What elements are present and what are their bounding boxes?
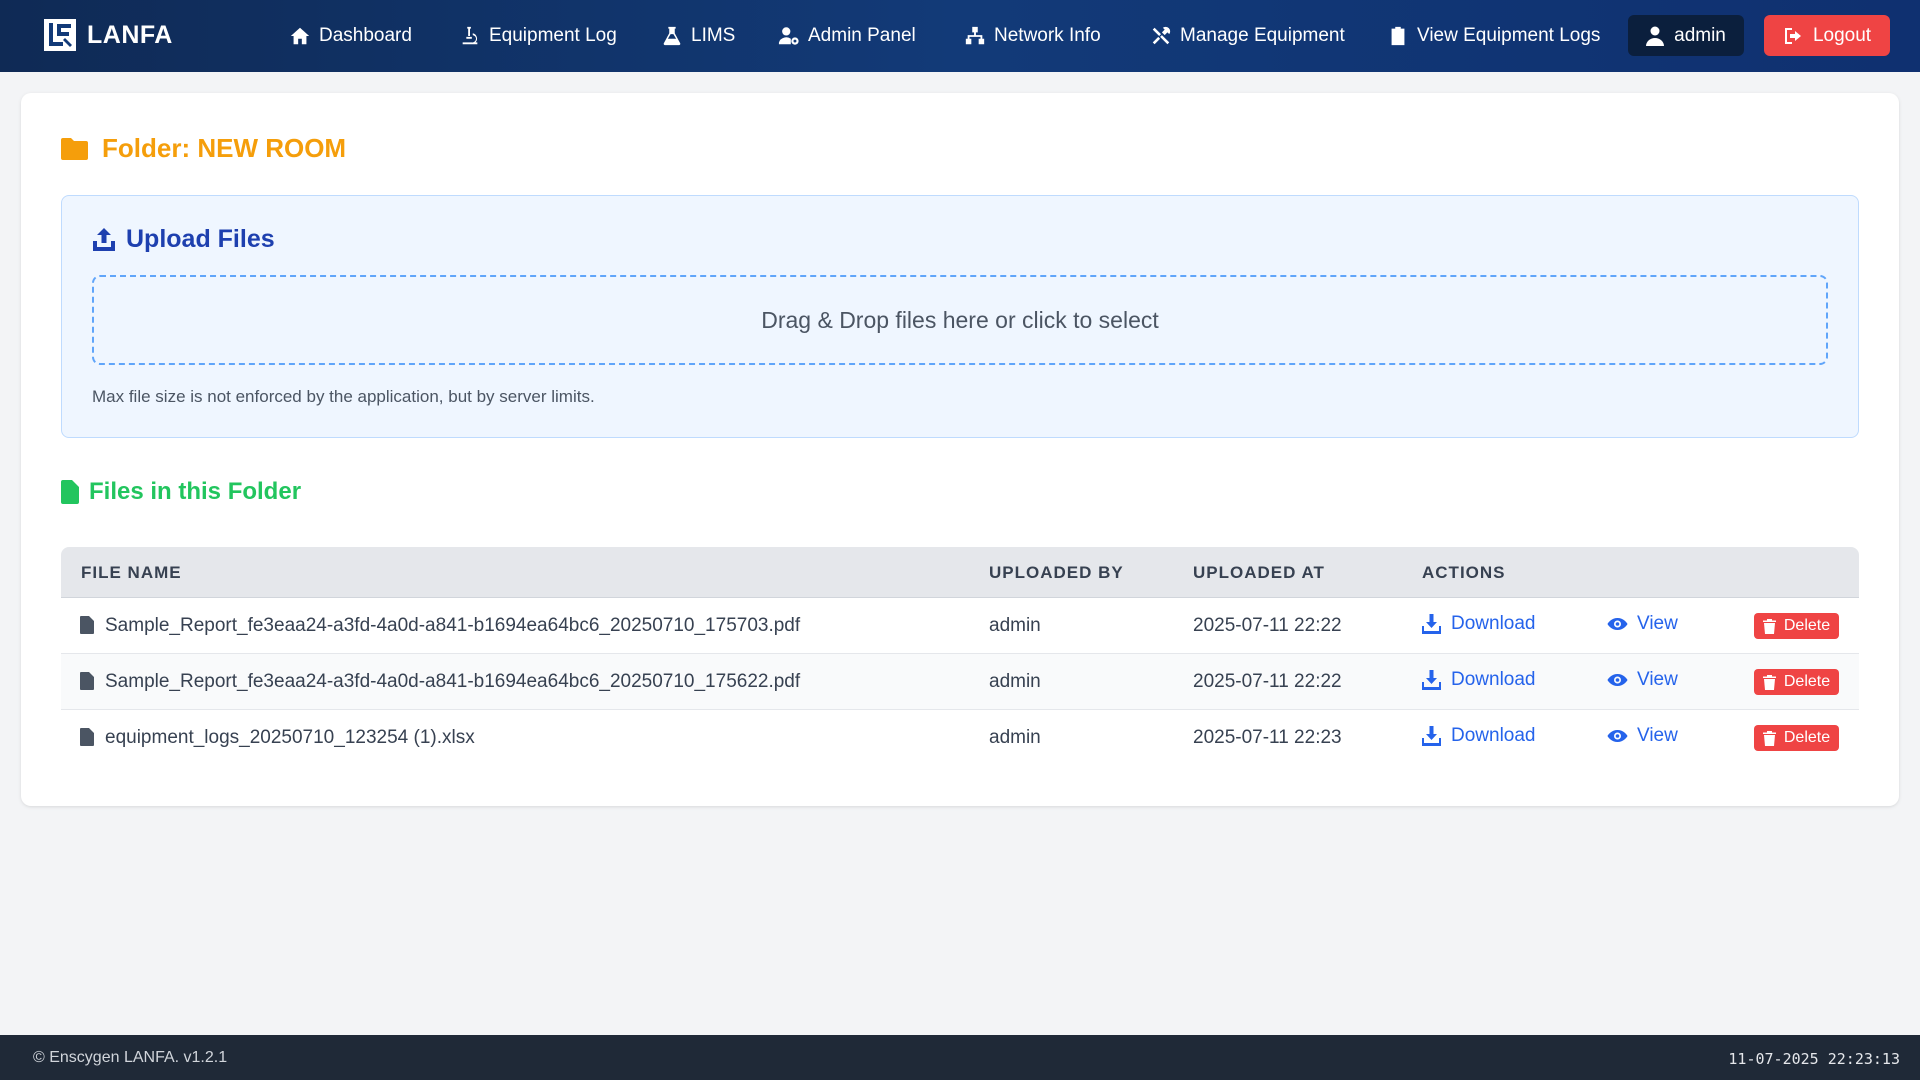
file-name: equipment_logs_20250710_123254 (1).xlsx (105, 727, 475, 748)
user-gear-icon (778, 27, 799, 45)
top-navbar: LANFA Dashboard Equipment Log LIMS Admin… (0, 0, 1920, 72)
user-menu-button[interactable]: admin (1628, 15, 1744, 56)
tools-icon (1152, 26, 1171, 45)
files-heading: Files in this Folder (61, 478, 301, 506)
nav-equipment-log[interactable]: Equipment Log (459, 20, 617, 52)
table-row: equipment_logs_20250710_123254 (1).xlsx … (61, 710, 1859, 766)
uploaded-by: admin (989, 727, 1041, 748)
logout-icon (1784, 27, 1801, 44)
flask-icon (663, 26, 681, 46)
user-name: admin (1674, 24, 1726, 46)
file-text-icon (61, 480, 79, 504)
download-link[interactable]: Download (1421, 613, 1536, 635)
nav-lims-label: LIMS (691, 25, 736, 46)
trash-icon (1762, 618, 1776, 634)
download-icon (1422, 614, 1441, 634)
upload-heading: Upload Files (92, 225, 275, 254)
upload-title: Upload Files (126, 225, 275, 253)
logout-button[interactable]: Logout (1764, 15, 1890, 56)
column-header-uploaded-at: UPLOADED AT (1193, 563, 1325, 582)
nav-manage-equipment-label: Manage Equipment (1180, 25, 1345, 46)
file-dropzone[interactable]: Drag & Drop files here or click to selec… (92, 275, 1828, 365)
nav-equipment-log-label: Equipment Log (489, 25, 617, 46)
delete-button[interactable]: Delete (1754, 613, 1839, 639)
file-name: Sample_Report_fe3eaa24-a3fd-4a0d-a841-b1… (105, 671, 801, 692)
user-icon (1646, 26, 1665, 46)
view-link[interactable]: View (1607, 725, 1678, 747)
upload-icon (93, 228, 115, 251)
table-header: FILE NAME UPLOADED BY UPLOADED AT ACTION… (61, 547, 1859, 598)
eye-icon (1607, 618, 1628, 630)
delete-label: Delete (1783, 729, 1831, 746)
uploaded-at: 2025-07-11 22:22 (1193, 671, 1342, 692)
footer: © Enscygen LANFA. v1.2.1 11-07-2025 22:2… (0, 1035, 1920, 1080)
file-icon (80, 616, 94, 634)
upload-note: Max file size is not enforced by the app… (92, 387, 595, 406)
uploaded-at: 2025-07-11 22:23 (1193, 727, 1342, 748)
column-header-actions: ACTIONS (1422, 563, 1506, 582)
download-link[interactable]: Download (1421, 669, 1536, 691)
eye-icon (1607, 674, 1628, 686)
uploaded-by: admin (989, 615, 1041, 636)
folder-icon (61, 138, 88, 160)
uploaded-at: 2025-07-11 22:22 (1193, 615, 1342, 636)
trash-icon (1762, 730, 1776, 746)
nav-dashboard-label: Dashboard (319, 25, 412, 46)
download-label: Download (1451, 613, 1536, 634)
folder-heading: Folder: NEW ROOM (61, 133, 346, 164)
uploaded-by: admin (989, 671, 1041, 692)
microscope-icon (462, 26, 478, 45)
nav-lims[interactable]: LIMS (661, 20, 735, 52)
delete-button[interactable]: Delete (1754, 725, 1839, 751)
clipboard-icon (1391, 26, 1405, 46)
files-table: FILE NAME UPLOADED BY UPLOADED AT ACTION… (61, 547, 1859, 767)
folder-title: Folder: NEW ROOM (102, 133, 347, 163)
nav-network-info[interactable]: Network Info (964, 20, 1101, 52)
download-link[interactable]: Download (1421, 725, 1536, 747)
nav-network-info-label: Network Info (994, 25, 1101, 46)
download-label: Download (1451, 669, 1536, 690)
nav-dashboard[interactable]: Dashboard (289, 20, 412, 52)
delete-button[interactable]: Delete (1754, 669, 1839, 695)
view-link[interactable]: View (1607, 613, 1678, 635)
nav-admin-panel-label: Admin Panel (808, 25, 916, 46)
view-label: View (1637, 613, 1678, 634)
nav-view-equipment-logs[interactable]: View Equipment Logs (1387, 20, 1600, 52)
footer-copyright: © Enscygen LANFA. v1.2.1 (33, 1049, 228, 1066)
trash-icon (1762, 674, 1776, 690)
nav-admin-panel[interactable]: Admin Panel (778, 20, 916, 52)
eye-icon (1607, 730, 1628, 742)
home-icon (290, 27, 310, 45)
delete-label: Delete (1783, 673, 1831, 690)
file-icon (80, 672, 94, 690)
download-label: Download (1451, 725, 1536, 746)
view-label: View (1637, 669, 1678, 690)
download-icon (1422, 726, 1441, 746)
lanfa-logo-icon (44, 19, 76, 51)
table-row: Sample_Report_fe3eaa24-a3fd-4a0d-a841-b1… (61, 598, 1859, 654)
dropzone-text: Drag & Drop files here or click to selec… (761, 306, 1159, 333)
nav-manage-equipment[interactable]: Manage Equipment (1150, 20, 1345, 52)
download-icon (1422, 670, 1441, 690)
view-label: View (1637, 725, 1678, 746)
network-icon (965, 26, 985, 45)
table-row: Sample_Report_fe3eaa24-a3fd-4a0d-a841-b1… (61, 654, 1859, 710)
brand[interactable]: LANFA (43, 18, 173, 52)
column-header-file-name: FILE NAME (81, 563, 182, 582)
file-name: Sample_Report_fe3eaa24-a3fd-4a0d-a841-b1… (105, 615, 801, 636)
file-icon (80, 728, 94, 746)
view-link[interactable]: View (1607, 669, 1678, 691)
files-title: Files in this Folder (89, 478, 302, 505)
column-header-uploaded-by: UPLOADED BY (989, 563, 1124, 582)
nav-view-equipment-logs-label: View Equipment Logs (1417, 25, 1601, 46)
brand-name: LANFA (87, 20, 173, 49)
logout-label: Logout (1812, 24, 1872, 46)
delete-label: Delete (1783, 617, 1831, 634)
footer-clock: 11-07-2025 22:23:13 (1728, 1050, 1900, 1068)
